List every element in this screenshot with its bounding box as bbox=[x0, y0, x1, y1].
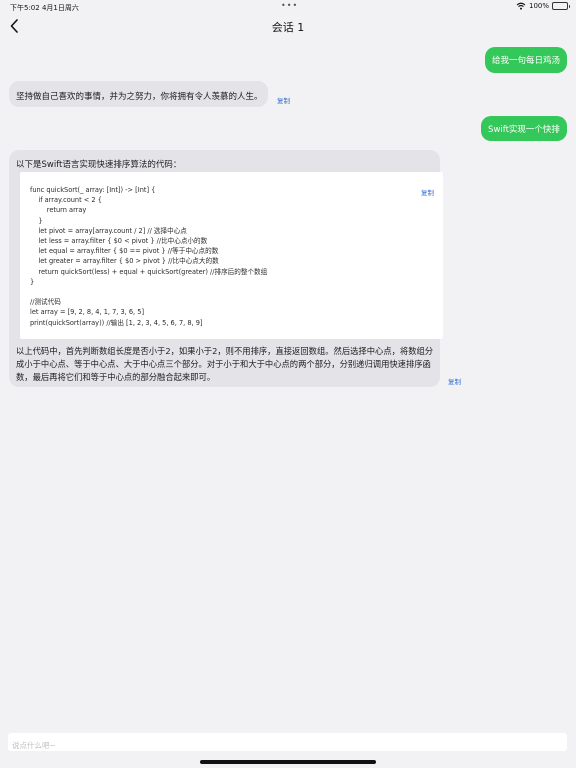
multitasking-dots-icon[interactable]: ••• bbox=[281, 1, 298, 10]
copy-button[interactable]: 复制 bbox=[277, 95, 290, 105]
home-indicator[interactable] bbox=[200, 760, 376, 764]
page-title: 会话 1 bbox=[271, 21, 305, 34]
status-indicators: 100% bbox=[516, 2, 570, 10]
chat-screen: 下午5:02 4月1日周六 ••• 100% 会话 1 给我一句每日鸡汤 坚持做 bbox=[0, 0, 576, 768]
message-input[interactable] bbox=[8, 736, 567, 755]
message-input-bar bbox=[8, 733, 567, 755]
user-message-bubble: 给我一句每日鸡汤 bbox=[485, 47, 567, 73]
navigation-bar: 会话 1 bbox=[0, 14, 576, 40]
battery-percent: 100% bbox=[528, 2, 549, 10]
message-text: Swift实现一个快排 bbox=[488, 124, 560, 135]
assistant-message-bubble: 坚持做自己喜欢的事情，并为之努力，你将拥有令人羡慕的人生。 bbox=[9, 81, 268, 107]
message-text: 坚持做自己喜欢的事情，并为之努力，你将拥有令人羡慕的人生。 bbox=[16, 92, 263, 102]
user-message-bubble: Swift实现一个快排 bbox=[481, 116, 567, 141]
message-text: 以下是Swift语言实现快速排序算法的代码： bbox=[16, 160, 182, 170]
assistant-message-bubble: 以下是Swift语言实现快速排序算法的代码： 复制 func quickSort… bbox=[9, 150, 443, 387]
wifi-icon bbox=[516, 2, 526, 10]
message-text: 给我一句每日鸡汤 bbox=[491, 56, 560, 66]
copy-code-button[interactable]: 复制 bbox=[421, 187, 434, 197]
status-time: 下午5:02 4月1日周六 bbox=[10, 4, 79, 12]
battery-icon bbox=[552, 2, 570, 10]
code-block: 复制 func quickSort(_ array: [Int]) -> [In… bbox=[20, 172, 443, 339]
copy-button[interactable]: 复制 bbox=[448, 376, 461, 386]
status-bar: 下午5:02 4月1日周六 ••• 100% bbox=[0, 0, 576, 14]
message-text: 以上代码中，首先判断数组长度是否小于2，如果小于2，则不用排序，直接返回数组。然… bbox=[16, 346, 434, 383]
code-text: func quickSort(_ array: [Int]) -> [Int] … bbox=[30, 186, 268, 327]
